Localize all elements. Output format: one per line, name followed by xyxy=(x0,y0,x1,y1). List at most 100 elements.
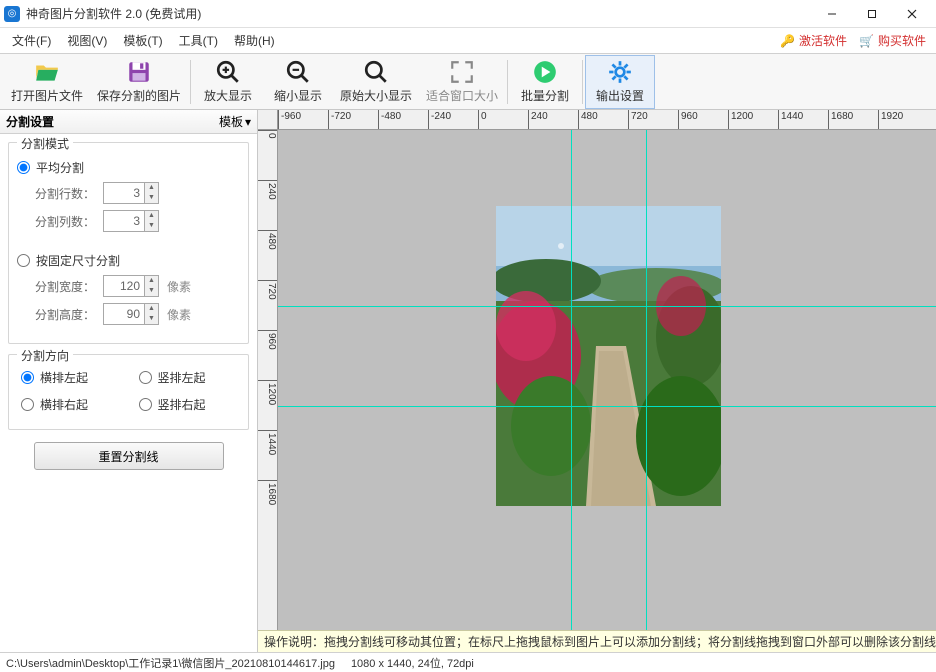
split-guide-horizontal[interactable] xyxy=(278,406,936,407)
canvas-area[interactable] xyxy=(278,130,936,630)
height-up[interactable]: ▲ xyxy=(144,304,158,314)
output-settings-button[interactable]: 输出设置 xyxy=(585,55,655,109)
save-split-button[interactable]: 保存分割的图片 xyxy=(90,55,188,109)
batch-split-label: 批量分割 xyxy=(521,87,569,104)
batch-split-button[interactable]: 批量分割 xyxy=(510,55,580,109)
menu-tools[interactable]: 工具(T) xyxy=(171,29,226,52)
height-input[interactable]: 90 ▲▼ xyxy=(103,303,159,325)
avg-split-radio[interactable]: 平均分割 xyxy=(17,159,240,176)
help-strip: 操作说明：拖拽分割线可移动其位置；在标尺上拖拽鼠标到图片上可以添加分割线；将分割… xyxy=(258,630,936,652)
ruler-tick: 960 xyxy=(258,330,277,350)
ruler-tick: 480 xyxy=(258,230,277,250)
app-icon: ◎ xyxy=(4,6,20,22)
ruler-tick: 960 xyxy=(678,110,698,129)
ruler-tick: -720 xyxy=(328,110,351,129)
template-dropdown[interactable]: 模板 ▾ xyxy=(219,113,251,130)
dir-v-right-input[interactable] xyxy=(139,398,152,411)
dir-h-right-input[interactable] xyxy=(21,398,34,411)
ruler-corner xyxy=(258,110,278,130)
cols-down[interactable]: ▼ xyxy=(144,221,158,231)
zoom-in-button[interactable]: 放大显示 xyxy=(193,55,263,109)
toolbar-separator xyxy=(507,60,508,104)
unit-label: 像素 xyxy=(167,306,191,323)
activate-link[interactable]: 🔑 激活软件 xyxy=(774,30,853,51)
template-label: 模板 xyxy=(219,113,243,130)
split-guide-horizontal[interactable] xyxy=(278,306,936,307)
dir-h-left-input[interactable] xyxy=(21,371,34,384)
width-input[interactable]: 120 ▲▼ xyxy=(103,275,159,297)
ruler-vertical[interactable]: 0240480720960120014401680 xyxy=(258,130,278,630)
actual-size-button[interactable]: 原始大小显示 xyxy=(333,55,419,109)
maximize-button[interactable] xyxy=(852,2,892,26)
fit-window-button[interactable]: 适合窗口大小 xyxy=(419,55,505,109)
menu-help[interactable]: 帮助(H) xyxy=(226,29,283,52)
buy-link[interactable]: 🛒 购买软件 xyxy=(853,30,932,51)
open-file-button[interactable]: 打开图片文件 xyxy=(4,55,90,109)
minimize-button[interactable] xyxy=(812,2,852,26)
split-guide-vertical[interactable] xyxy=(646,130,647,630)
dir-h-left-radio[interactable]: 横排左起 xyxy=(21,369,119,386)
ruler-tick: 1680 xyxy=(258,480,277,505)
rows-up[interactable]: ▲ xyxy=(144,183,158,193)
unit-label: 像素 xyxy=(167,278,191,295)
fixed-size-label: 按固定尺寸分割 xyxy=(36,252,120,269)
actual-size-label: 原始大小显示 xyxy=(340,87,412,104)
fit-window-icon xyxy=(449,59,475,85)
key-icon: 🔑 xyxy=(780,34,795,48)
batch-icon xyxy=(532,59,558,85)
cols-input[interactable]: 3 ▲▼ xyxy=(103,210,159,232)
fit-window-label: 适合窗口大小 xyxy=(426,87,498,104)
ruler-tick: -240 xyxy=(428,110,451,129)
width-down[interactable]: ▼ xyxy=(144,286,158,296)
toolbar-separator xyxy=(582,60,583,104)
ruler-tick: -480 xyxy=(378,110,401,129)
ruler-horizontal[interactable]: -960-720-480-240024048072096012001440168… xyxy=(278,110,936,130)
ruler-tick: 1440 xyxy=(258,430,277,455)
toolbar-separator xyxy=(190,60,191,104)
statusbar: C:\Users\admin\Desktop\工作记录1\微信图片_202108… xyxy=(0,652,936,672)
ruler-tick: 720 xyxy=(258,280,277,300)
fixed-size-radio[interactable]: 按固定尺寸分割 xyxy=(17,252,240,269)
dir-v-right-label: 竖排右起 xyxy=(158,396,206,413)
save-icon xyxy=(126,59,152,85)
panel-header: 分割设置 模板 ▾ xyxy=(0,110,257,134)
viewport: -960-720-480-240024048072096012001440168… xyxy=(258,110,936,652)
ruler-tick: 240 xyxy=(528,110,548,129)
rows-down[interactable]: ▼ xyxy=(144,193,158,203)
open-file-label: 打开图片文件 xyxy=(11,87,83,104)
dir-v-left-label: 竖排左起 xyxy=(158,369,206,386)
dir-v-right-radio[interactable]: 竖排右起 xyxy=(139,396,237,413)
status-path: C:\Users\admin\Desktop\工作记录1\微信图片_202108… xyxy=(6,655,335,671)
zoom-out-button[interactable]: 缩小显示 xyxy=(263,55,333,109)
panel-title: 分割设置 xyxy=(6,113,54,130)
width-up[interactable]: ▲ xyxy=(144,276,158,286)
split-guide-vertical[interactable] xyxy=(571,130,572,630)
close-button[interactable] xyxy=(892,2,932,26)
status-info: 1080 x 1440, 24位, 72dpi xyxy=(351,655,474,671)
image-preview[interactable] xyxy=(496,206,721,506)
ruler-tick: 1200 xyxy=(258,380,277,405)
window-controls xyxy=(812,2,932,26)
dir-h-right-radio[interactable]: 横排右起 xyxy=(21,396,119,413)
avg-split-radio-input[interactable] xyxy=(17,161,30,174)
gear-icon xyxy=(607,59,633,85)
menu-template[interactable]: 模板(T) xyxy=(115,29,170,52)
dir-v-left-radio[interactable]: 竖排左起 xyxy=(139,369,237,386)
reset-split-lines-button[interactable]: 重置分割线 xyxy=(34,442,224,470)
window-title: 神奇图片分割软件 2.0 (免费试用) xyxy=(26,5,812,22)
menu-file[interactable]: 文件(F) xyxy=(4,29,59,52)
height-down[interactable]: ▼ xyxy=(144,314,158,324)
rows-input[interactable]: 3 ▲▼ xyxy=(103,182,159,204)
ruler-tick: 480 xyxy=(578,110,598,129)
ruler-tick: 1440 xyxy=(778,110,803,129)
dir-v-left-input[interactable] xyxy=(139,371,152,384)
cart-icon: 🛒 xyxy=(859,34,874,48)
cols-up[interactable]: ▲ xyxy=(144,211,158,221)
direction-title: 分割方向 xyxy=(17,347,73,364)
ruler-tick: 0 xyxy=(258,130,277,139)
width-value: 120 xyxy=(104,279,144,293)
fixed-size-radio-input[interactable] xyxy=(17,254,30,267)
rows-label: 分割行数： xyxy=(35,185,95,202)
width-label: 分割宽度： xyxy=(35,278,95,295)
menu-view[interactable]: 视图(V) xyxy=(59,29,115,52)
